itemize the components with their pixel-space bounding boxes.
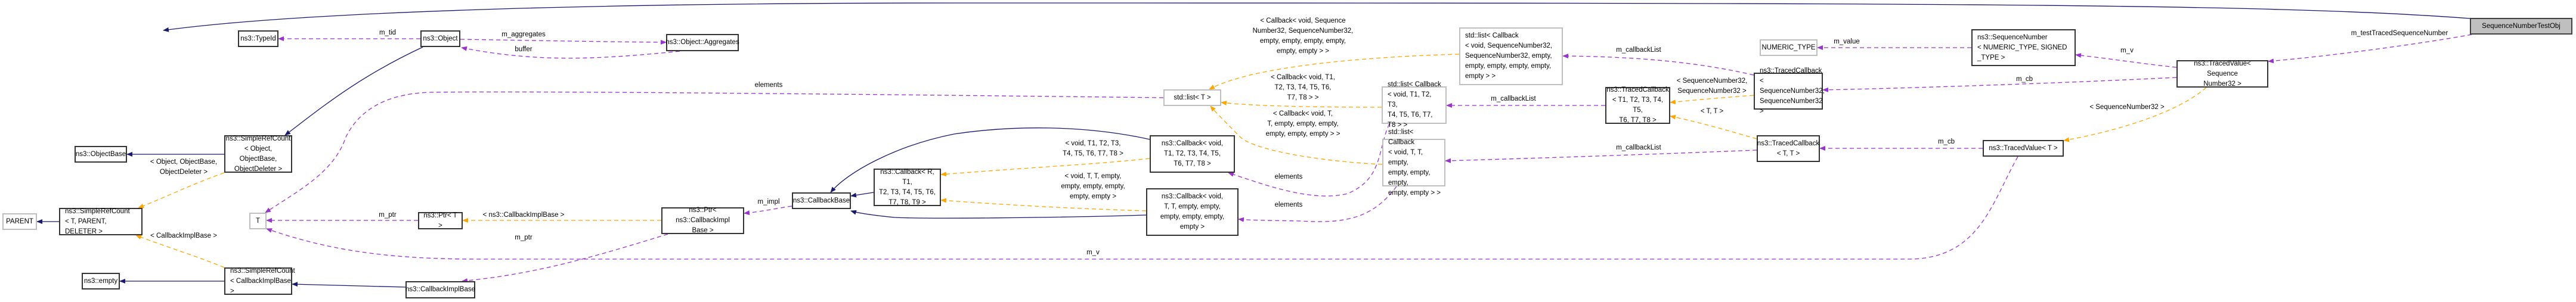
node-list-callback-t1-t8[interactable]: std::list< Callback < void, T1, T2, T3, …: [1382, 81, 1447, 129]
node-list-callback-t-t[interactable]: std::list< Callback < void, T, T, empty,…: [1382, 129, 1445, 197]
node-list-callback-seqnum32[interactable]: std::list< Callback < void, SequenceNumb…: [1459, 27, 1563, 85]
label-list-t1t8-template: < Callback< void, T1, T2, T3, T4, T5, T6…: [1271, 74, 1335, 101]
label-m-cb-t: m_cb: [1937, 138, 1955, 145]
node-tracedvalue-t[interactable]: ns3::TracedValue< T >: [1983, 140, 2064, 157]
node-callback-void-t-t[interactable]: ns3::Callback< void, T, T, empty, empty,…: [1146, 188, 1239, 236]
edge-list1-listt: [1221, 101, 1382, 108]
label-m-callbacklist-tt: m_callbackList: [1616, 144, 1661, 151]
edge-tctt-listtt: [1445, 150, 1757, 163]
label-m-v-t: m_v: [1086, 249, 1100, 256]
node-sequencenumber[interactable]: ns3::SequenceNumber < NUMERIC_TYPE, SIGN…: [1971, 29, 2076, 66]
node-simplerefcount-object[interactable]: ns3::SimpleRefCount < Object, ObjectBase…: [224, 135, 292, 173]
label-list-seq-template: < Callback< void, Sequence Number32, Seq…: [1252, 17, 1354, 55]
edge-tctt-tct1t8: [1670, 114, 1757, 139]
label-cb-tt-template: < void, T, T, empty, empty, empty, empty…: [1061, 173, 1125, 200]
label-m-v-seq: m_v: [2120, 47, 2134, 54]
label-elements-list-t: elements: [754, 82, 783, 89]
node-typeid[interactable]: ns3::TypeId: [238, 30, 278, 47]
edge-object-aggregates: [460, 39, 667, 45]
label-cb-t1t8-template: < void, T1, T2, T3, T4, T5, T6, T7, T8 >: [1063, 140, 1123, 157]
label-elements-t1t8: elements: [1274, 173, 1303, 180]
node-object[interactable]: ns3::Object: [420, 30, 460, 47]
label-ptr-template: < ns3::CallbackImplBase >: [482, 211, 565, 219]
node-simplerefcount-generic[interactable]: ns3::SimpleRefCount < T, PARENT, DELETER…: [59, 208, 143, 235]
label-tc-seq-template: < SequenceNumber32, SequenceNumber32 >: [1676, 77, 1748, 95]
node-tracedcallback-t1-t8[interactable]: ns3::TracedCallback < T1, T2, T3, T4, T5…: [1605, 86, 1670, 124]
node-empty[interactable]: ns3::empty: [82, 273, 120, 289]
label-m-aggregates: m_aggregates: [501, 31, 546, 38]
label-buffer: buffer: [515, 46, 532, 53]
label-m-value: m_value: [1834, 38, 1860, 45]
label-m-testtracedsequencenumber: m_testTracedSequenceNumber: [2351, 30, 2448, 37]
label-elements-tt: elements: [1274, 201, 1303, 208]
edge-tcseq-listseq: [1562, 54, 1754, 76]
label-src-object-template: < Object, ObjectBase, ObjectDeleter >: [150, 158, 218, 176]
node-object-aggregates[interactable]: ns3::Object::Aggregates: [665, 34, 739, 51]
node-callback-generic[interactable]: ns3::Callback< R, T1, T2, T3, T4, T5, T6…: [874, 169, 941, 206]
node-sequencenumbertestobj[interactable]: SequenceNumberTestObj: [2470, 18, 2572, 35]
node-objectbase[interactable]: ns3::ObjectBase: [75, 146, 127, 163]
node-tracedvalue-seqnum32[interactable]: ns3::TracedValue< Sequence Number32 >: [2176, 60, 2268, 88]
node-ptr-callbackimplbase[interactable]: ns3::Ptr< ns3::CallbackImpl Base >: [661, 207, 744, 234]
label-m-callbacklist-t1t8: m_callbackList: [1491, 95, 1536, 102]
edge-tvseq-tcseq: [1822, 77, 2177, 92]
edge-listtt-cbtt: [1238, 186, 1397, 222]
node-callbackimplbase[interactable]: ns3::CallbackImplBase: [405, 281, 475, 298]
node-parent[interactable]: PARENT: [2, 213, 37, 230]
label-src-cbimpl-template: < CallbackImplBase >: [150, 232, 217, 239]
node-numeric-type[interactable]: NUMERIC_TYPE: [1760, 39, 1818, 56]
edge-tvseq-seqnum: [2075, 53, 2177, 68]
edge-tvseq-tvt: [2063, 87, 2207, 142]
edge-aggregates-object: [461, 46, 680, 59]
label-m-callbacklist-seq: m_callbackList: [1616, 46, 1661, 54]
edge-object-src: [284, 46, 423, 136]
edge-cbimpl-src: [292, 282, 406, 288]
node-callback-void-t1-t8[interactable]: ns3::Callback< void, T1, T2, T3, T4, T5,…: [1150, 135, 1235, 173]
label-list-tt-template: < Callback< void, T, T, empty, empty, em…: [1265, 110, 1340, 138]
node-tracedcallback-seqnum32[interactable]: ns3::TracedCallback < SequenceNumber32, …: [1754, 67, 1825, 115]
edge-tvt-t: [266, 156, 2018, 260]
label-m-cb-seq: m_cb: [2015, 76, 2033, 83]
edge-cbgen-cbbase: [850, 192, 874, 198]
edge-src-srcgeneric: [138, 172, 225, 208]
edge-cbtt-cbbase: [850, 210, 1147, 219]
node-ptr-t[interactable]: ns3::Ptr< T >: [418, 212, 463, 229]
node-list-t[interactable]: std::list< T >: [1163, 89, 1221, 106]
label-m-tid: m_tid: [379, 29, 397, 36]
node-tracedcallback-t-t[interactable]: ns3::TracedCallback < T, T >: [1757, 135, 1820, 162]
node-t[interactable]: T: [249, 213, 267, 229]
label-m-impl: m_impl: [757, 198, 780, 206]
edge-ptrcb-cbimpl: [462, 233, 668, 284]
label-m-ptr-t: m_ptr: [379, 211, 397, 219]
edge-listt-t: [265, 91, 1164, 213]
label-tc-tt-template: < T, T >: [1700, 108, 1724, 115]
label-m-ptr-cbimpl: m_ptr: [515, 234, 532, 241]
node-simplerefcount-callbackimplbase[interactable]: ns3::SimpleRefCount < CallbackImplBase >: [224, 267, 295, 295]
label-tv-template: < SequenceNumber32 >: [2089, 104, 2165, 111]
node-callbackbase[interactable]: ns3::CallbackBase: [792, 192, 851, 209]
